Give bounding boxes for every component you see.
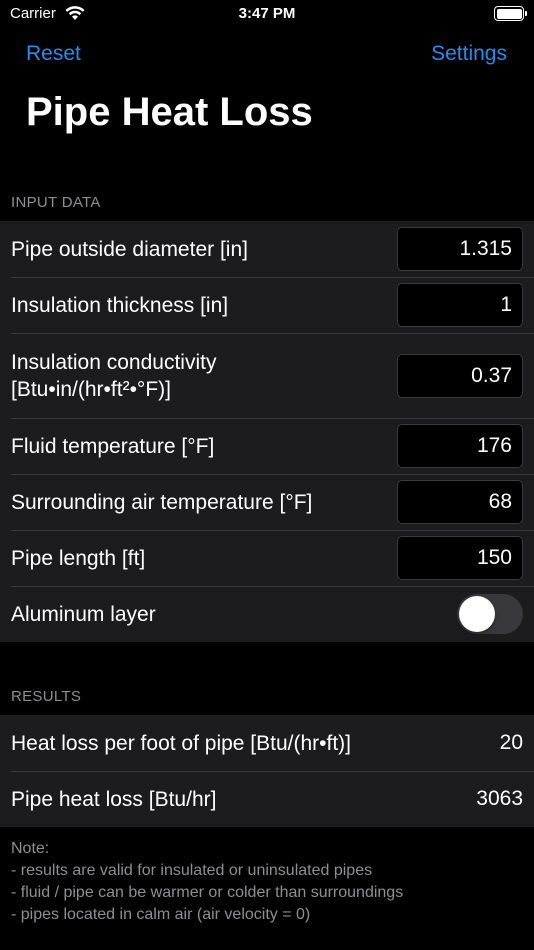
air-temperature-label: Surrounding air temperature [°F] [11, 490, 313, 514]
note-line: - results are valid for insulated or uni… [11, 862, 373, 879]
aluminum-layer-toggle[interactable] [457, 594, 523, 634]
insulation-thickness-input[interactable] [397, 283, 523, 327]
input-row-air-temperature: Surrounding air temperature [°F] [0, 474, 534, 530]
insulation-conductivity-input[interactable] [397, 353, 523, 398]
heat-loss-per-foot-value: 20 [499, 731, 523, 754]
toggle-knob [459, 596, 495, 632]
reset-button[interactable]: Reset [26, 42, 81, 66]
note-title: Note: [11, 840, 50, 857]
insulation-thickness-label: Insulation thickness [in] [11, 293, 229, 317]
input-row-fluid-temperature: Fluid temperature [°F] [0, 418, 534, 474]
air-temperature-input[interactable] [397, 480, 523, 524]
heat-loss-per-foot-label: Heat loss per foot of pipe [Btu/(hr•ft)] [11, 731, 352, 755]
battery-icon [494, 6, 527, 21]
pipe-length-label: Pipe length [ft] [11, 546, 146, 570]
pipe-diameter-label: Pipe outside diameter [in] [11, 237, 248, 261]
fluid-temperature-label: Fluid temperature [°F] [11, 434, 215, 458]
note-line: - pipes located in calm air (air velocit… [11, 906, 311, 923]
input-section-header: INPUT DATA [11, 194, 101, 211]
settings-button[interactable]: Settings [431, 42, 507, 66]
pipe-length-input[interactable] [397, 536, 523, 580]
pipe-diameter-input[interactable] [397, 227, 523, 271]
result-row-pipe-heat-loss: Pipe heat loss [Btu/hr] 3063 [0, 771, 534, 827]
results-section-header: RESULTS [11, 688, 82, 705]
input-group: Pipe outside diameter [in] Insulation th… [0, 221, 534, 642]
result-row-heat-loss-per-foot: Heat loss per foot of pipe [Btu/(hr•ft)]… [0, 715, 534, 771]
page-title: Pipe Heat Loss [26, 90, 313, 134]
note-block: Note: - results are valid for insulated … [11, 838, 403, 926]
insulation-conductivity-label: Insulation conductivity [Btu•in/(hr•ft²•… [11, 350, 217, 401]
note-line: - fluid / pipe can be warmer or colder t… [11, 884, 404, 901]
results-group: Heat loss per foot of pipe [Btu/(hr•ft)]… [0, 715, 534, 827]
status-time: 3:47 PM [238, 5, 296, 22]
input-row-insulation-conductivity: Insulation conductivity [Btu•in/(hr•ft²•… [0, 333, 534, 418]
status-bar: Carrier 3:47 PM [0, 0, 534, 28]
input-row-insulation-thickness: Insulation thickness [in] [0, 277, 534, 333]
fluid-temperature-input[interactable] [397, 424, 523, 468]
pipe-heat-loss-value: 3063 [476, 787, 523, 810]
pipe-heat-loss-label: Pipe heat loss [Btu/hr] [11, 787, 217, 811]
input-row-pipe-diameter: Pipe outside diameter [in] [0, 221, 534, 277]
input-row-pipe-length: Pipe length [ft] [0, 530, 534, 586]
input-row-aluminum-layer: Aluminum layer [0, 586, 534, 642]
aluminum-layer-label: Aluminum layer [11, 602, 156, 626]
